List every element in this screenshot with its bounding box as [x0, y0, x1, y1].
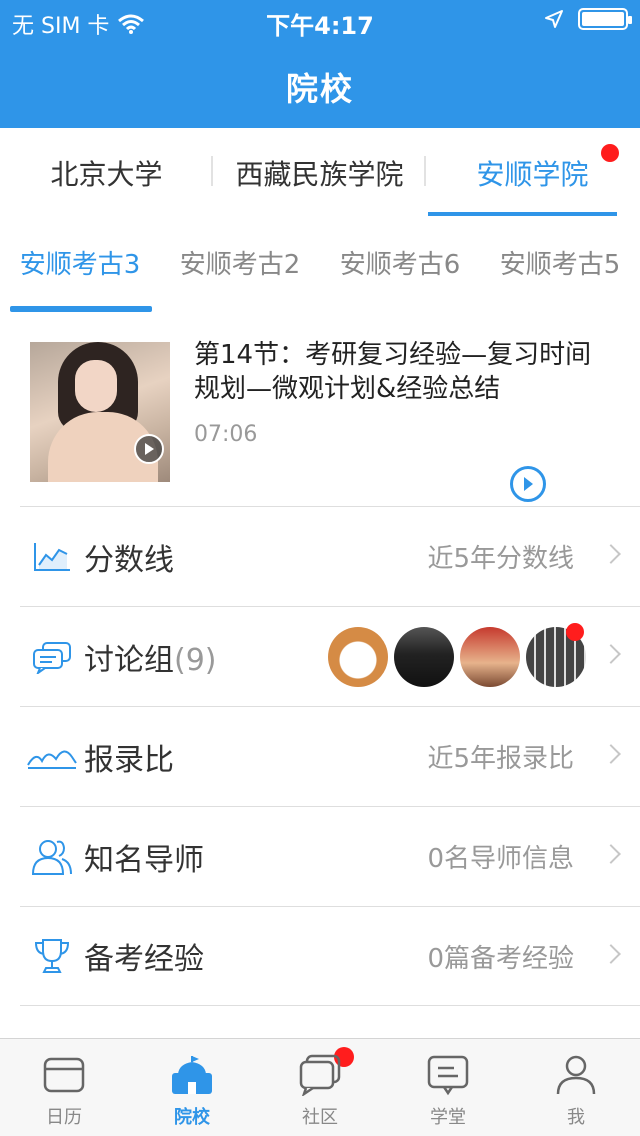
page-title: 院校 — [285, 70, 354, 108]
sub-tab-label: 安顺考古2 — [179, 250, 301, 280]
list-item-discussion[interactable]: 讨论组(9) — [20, 606, 640, 706]
video-title: 第14节：考研复习经验—复习时间规划—微观计划&经验总结 — [194, 340, 592, 404]
chevron-right-icon — [601, 844, 621, 864]
row-icon-wrap — [20, 937, 84, 975]
notification-badge — [566, 623, 584, 641]
row-icon-wrap — [20, 640, 84, 674]
trophy-icon — [34, 939, 70, 973]
sub-tab-label: 安顺考古3 — [19, 250, 141, 280]
school-icon — [168, 1053, 216, 1097]
tab-school-2[interactable]: 西藏民族学院 — [213, 128, 426, 218]
tabbar-label: 学堂 — [430, 1107, 466, 1128]
chevron-right-icon — [601, 944, 621, 964]
list-item-value: 0篇备考经验 — [427, 943, 574, 974]
school-tabs: 北京大学 西藏民族学院 安顺学院 — [0, 128, 640, 218]
avatar — [460, 627, 520, 687]
wave-chart-icon — [27, 750, 77, 769]
avatar — [328, 627, 388, 687]
row-icon-wrap — [20, 743, 84, 771]
thumbnail-art — [75, 360, 117, 412]
profile-icon — [552, 1053, 600, 1097]
avatar-wrap — [526, 623, 586, 687]
list-item-label: 分数线 — [84, 542, 174, 578]
active-sub-tab-indicator — [10, 306, 152, 312]
battery-icon — [578, 8, 632, 30]
bottom-tab-bar: 日历 院校 社区 学堂 我 — [0, 1038, 640, 1136]
tab-school-label: 西藏民族学院 — [235, 158, 404, 191]
tab-school-label: 安顺学院 — [476, 158, 589, 191]
notification-badge — [601, 144, 619, 162]
tabbar-item-profile[interactable]: 我 — [512, 1039, 640, 1136]
info-list: 分数线 近5年分数线 讨论组(9) 报录比 近5年报录比 知名导师 0名导师信息… — [20, 506, 640, 1006]
play-icon — [524, 477, 533, 491]
tabbar-item-school[interactable]: 院校 — [128, 1039, 354, 1136]
tabbar-label: 日历 — [46, 1107, 82, 1128]
header: 无 SIM 卡 下午4:17 院校 — [0, 0, 640, 128]
video-card[interactable]: 第14节：考研复习经验—复习时间规划—微观计划&经验总结 07:06 — [30, 340, 630, 506]
location-arrow-icon — [545, 10, 563, 28]
avatar — [394, 627, 454, 687]
tabbar-item-classroom[interactable]: 学堂 — [384, 1039, 512, 1136]
row-icon-wrap — [20, 541, 84, 573]
play-button[interactable] — [510, 466, 546, 502]
video-thumbnail[interactable] — [30, 342, 170, 482]
list-item-admission-ratio[interactable]: 报录比 近5年报录比 — [20, 706, 640, 806]
tab-school-1[interactable]: 北京大学 — [0, 128, 213, 218]
discussion-label: 讨论组 — [84, 642, 174, 678]
chevron-right-icon — [601, 744, 621, 764]
chevron-right-icon — [601, 544, 621, 564]
tab-school-label: 北京大学 — [50, 158, 163, 191]
list-item-score-line[interactable]: 分数线 近5年分数线 — [20, 506, 640, 606]
sub-tab-3[interactable]: 安顺考古6 — [320, 218, 480, 312]
list-item-label: 知名导师 — [84, 842, 204, 878]
calendar-icon — [40, 1053, 88, 1097]
list-item-label: 讨论组(9) — [84, 635, 217, 679]
chat-bubbles-icon — [33, 641, 71, 674]
list-item-value: 近5年报录比 — [427, 744, 574, 774]
member-avatars — [328, 623, 586, 687]
list-item-value: 近5年分数线 — [427, 544, 574, 574]
list-item-label: 报录比 — [84, 742, 174, 778]
play-icon — [134, 434, 164, 464]
list-item-value: 0名导师信息 — [427, 844, 574, 874]
community-icon — [296, 1053, 344, 1097]
sub-tab-1[interactable]: 安顺考古3 — [0, 218, 160, 312]
list-item-label: 备考经验 — [84, 942, 204, 977]
row-icon-wrap — [20, 838, 84, 876]
sub-tab-label: 安顺考古5 — [499, 250, 621, 280]
tabbar-label: 社区 — [302, 1107, 338, 1128]
tabbar-label: 院校 — [174, 1107, 210, 1128]
discussion-count: (9) — [174, 642, 217, 678]
classroom-icon — [424, 1053, 472, 1097]
chevron-right-icon — [601, 644, 621, 664]
line-chart-icon — [34, 542, 70, 571]
users-icon — [31, 839, 72, 875]
tab-school-3[interactable]: 安顺学院 — [426, 128, 639, 218]
video-duration: 07:06 — [194, 422, 258, 447]
list-item-experience[interactable]: 备考经验 0篇备考经验 — [20, 906, 640, 1006]
status-right — [544, 8, 632, 30]
list-item-mentors[interactable]: 知名导师 0名导师信息 — [20, 806, 640, 906]
status-bar: 无 SIM 卡 下午4:17 — [0, 6, 640, 40]
sub-tabs: 安顺考古3 安顺考古2 安顺考古6 安顺考古5 — [0, 218, 640, 312]
active-tab-indicator — [428, 212, 617, 216]
sub-tab-label: 安顺考古6 — [339, 250, 461, 280]
tabbar-item-calendar[interactable]: 日历 — [0, 1039, 128, 1136]
sub-tab-2[interactable]: 安顺考古2 — [160, 218, 320, 312]
tabbar-item-community[interactable]: 社区 — [256, 1039, 384, 1136]
tabbar-label: 我 — [567, 1107, 585, 1128]
sub-tab-4[interactable]: 安顺考古5 — [480, 218, 640, 312]
